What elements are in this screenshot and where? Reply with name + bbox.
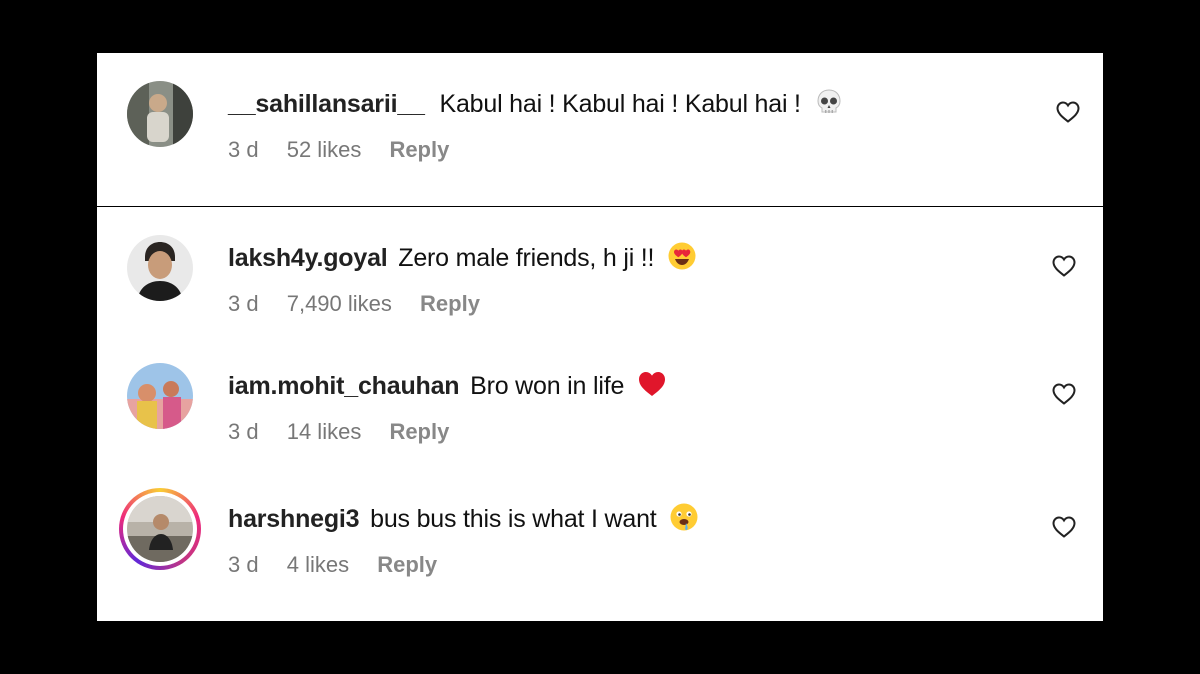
comment-age: 3 d (228, 552, 259, 577)
reply-button[interactable]: Reply (420, 291, 480, 316)
username-link[interactable]: __sahillansarii__ (228, 90, 425, 118)
like-count[interactable]: 14 likes (287, 419, 362, 444)
comment-meta: 3 d 14 likes Reply (228, 419, 471, 445)
comment-text: Bro won in life (470, 372, 625, 400)
comment-age: 3 d (228, 137, 259, 162)
avatar[interactable] (127, 81, 193, 147)
comment-text: bus bus this is what I want (370, 505, 657, 533)
comment-age: 3 d (228, 419, 259, 444)
drooling-face-emoji-icon (670, 503, 698, 531)
like-heart-icon[interactable] (1051, 254, 1077, 278)
like-heart-icon[interactable] (1051, 382, 1077, 406)
comment-card-1: __sahillansarii__ Kabul hai ! Kabul hai … (97, 53, 1103, 206)
heart-eyes-emoji-icon (668, 242, 696, 270)
comment-text-line: harshnegi3 bus bus this is what I want (228, 502, 699, 534)
reply-button[interactable]: Reply (389, 137, 449, 162)
like-heart-icon[interactable] (1055, 100, 1081, 124)
red-heart-emoji-icon (638, 372, 665, 396)
username-link[interactable]: laksh4y.goyal (228, 244, 388, 272)
avatar[interactable] (127, 363, 193, 429)
comment-meta: 3 d 7,490 likes Reply (228, 291, 502, 317)
avatar[interactable] (127, 235, 193, 301)
skull-emoji-icon (817, 89, 841, 113)
comment-item: iam.mohit_chauhan Bro won in life 3 d 14… (97, 335, 1103, 445)
like-count[interactable]: 4 likes (287, 552, 349, 577)
comment-item: __sahillansarii__ Kabul hai ! Kabul hai … (97, 53, 1103, 163)
comment-text-line: __sahillansarii__ Kabul hai ! Kabul hai … (228, 87, 844, 119)
story-ring-inner (123, 492, 197, 566)
comment-text-line: laksh4y.goyal Zero male friends, h ji !! (228, 241, 697, 273)
comment-text: Kabul hai ! Kabul hai ! Kabul hai ! (439, 90, 801, 118)
username-link[interactable]: harshnegi3 (228, 505, 360, 533)
comment-card-2: laksh4y.goyal Zero male friends, h ji !!… (97, 207, 1103, 621)
reply-button[interactable]: Reply (377, 552, 437, 577)
comment-meta: 3 d 4 likes Reply (228, 552, 459, 578)
avatar-with-story-ring[interactable] (119, 488, 201, 570)
comment-meta: 3 d 52 likes Reply (228, 137, 471, 163)
comment-text: Zero male friends, h ji !! (398, 244, 655, 272)
comment-item: laksh4y.goyal Zero male friends, h ji !!… (97, 207, 1103, 317)
comment-text-line: iam.mohit_chauhan Bro won in life (228, 369, 667, 401)
reply-button[interactable]: Reply (389, 419, 449, 444)
comment-item: harshnegi3 bus bus this is what I want 3… (97, 468, 1103, 578)
username-link[interactable]: iam.mohit_chauhan (228, 372, 460, 400)
like-count[interactable]: 7,490 likes (287, 291, 392, 316)
like-count[interactable]: 52 likes (287, 137, 362, 162)
like-heart-icon[interactable] (1051, 515, 1077, 539)
comment-age: 3 d (228, 291, 259, 316)
